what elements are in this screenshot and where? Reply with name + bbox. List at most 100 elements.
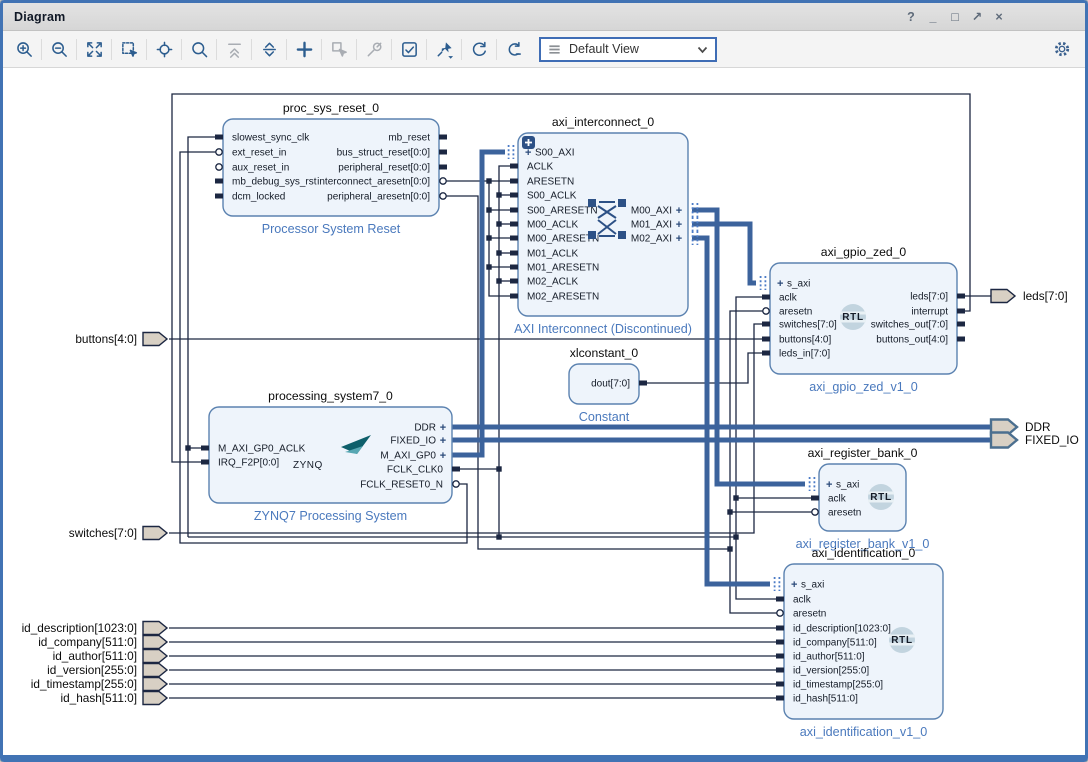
external-port-label: DDR [1025,420,1051,434]
label: s_axi [801,580,824,591]
block-title-proc_sys_reset_0: proc_sys_reset_0 [283,101,379,115]
search-button[interactable] [184,36,214,62]
label: id_hash[511:0] [793,694,858,705]
regenerate-layout-button[interactable] [499,36,529,62]
external-port-id_company[511:0][interactable]: id_company[511:0] [38,635,167,649]
diagram-window: Diagram ?_□↗× Default View proc_sys_rese… [0,0,1088,762]
label: peripheral_reset[0:0] [338,163,430,174]
external-port-leds[7:0][interactable]: leds[7:0] [991,289,1068,303]
label: s_axi [836,480,859,491]
diagram-canvas[interactable]: proc_sys_reset_0Processor System Resetsl… [3,68,1085,757]
close-button[interactable]: × [991,9,1007,25]
port-axi_identification_0-id_timestamp[255:0][interactable]: id_timestamp[255:0] [776,680,883,691]
label: S00_ACLK [527,191,577,202]
external-port-id_timestamp[255:0][interactable]: id_timestamp[255:0] [31,677,167,691]
zoom-in-button[interactable] [9,36,39,62]
interface-pin-marker [509,145,514,159]
wire-fclk_clk0[interactable] [736,297,763,537]
block-processing_system7_0[interactable]: processing_system7_0ZYNQ7 Processing Sys… [201,389,460,523]
port-axi_interconnect_0-ACLK[interactable]: ACLK [510,162,553,173]
expand-hierarchy-button[interactable] [254,36,284,62]
external-port-id_description[1023:0][interactable]: id_description[1023:0] [22,621,167,635]
diagram-toolbar: Default View [3,31,1085,68]
wire-junction [486,264,491,269]
port-axi_register_bank_0-s_axi[interactable]: +s_axi [826,479,859,491]
port-proc_sys_reset_0-peripheral_aresetn[0:0][interactable]: peripheral_aresetn[0:0] [327,192,446,203]
float-button[interactable]: ↗ [969,9,985,25]
label: aclk [779,293,798,304]
wire-junction [185,445,190,450]
external-port-label: switches[7:0] [69,526,137,540]
rtl-icon: RTL [840,304,866,330]
wire-junction [486,235,491,240]
block-proc_sys_reset_0[interactable]: proc_sys_reset_0Processor System Resetsl… [215,101,447,236]
validate-design-button[interactable] [394,36,424,62]
wire-peripheral_aresetn[interactable] [730,549,777,613]
block-axi_interconnect_0[interactable]: axi_interconnect_0AXI Interconnect (Disc… [510,115,692,336]
toolbar-separator [111,39,112,60]
label: id_timestamp[255:0] [793,680,883,691]
help-button[interactable]: ? [903,9,919,25]
wire-junction [496,192,501,197]
wire-xlconstant-dout-to-leds_in[interactable] [639,353,763,383]
wire-junction [496,221,501,226]
zoom-to-selection-button[interactable] [114,36,144,62]
label: M_AXI_GP0 [380,451,436,462]
add-ip-button[interactable] [289,36,319,62]
external-port-switches[7:0][interactable]: switches[7:0] [69,526,167,540]
port-axi_gpio_zed_0-aclk[interactable]: aclk [762,293,798,304]
block-axi_identification_0[interactable]: axi_identification_0axi_identification_v… [776,546,943,739]
external-port-FIXED_IO[interactable]: FIXED_IO [991,433,1079,448]
port-axi_identification_0-aclk[interactable]: aclk [776,595,812,606]
view-selector-dropdown[interactable]: Default View [539,37,717,62]
label: aclk [793,595,812,606]
external-port-id_version[255:0][interactable]: id_version[255:0] [47,663,167,677]
block-axi_gpio_zed_0[interactable]: axi_gpio_zed_0axi_gpio_zed_v1_0+s_axiacl… [762,245,965,394]
minimize-button[interactable]: _ [925,9,941,25]
zoom-fit-button[interactable] [79,36,109,62]
wire-junction [733,534,738,539]
block-subtitle-proc_sys_reset_0: Processor System Reset [262,222,401,236]
label: + [440,435,446,447]
port-processing_system7_0-DDR[interactable]: DDR+ [414,422,446,434]
fit-selection-button[interactable] [149,36,179,62]
label: M_AXI_GP0_ACLK [218,444,306,455]
port-axi_register_bank_0-aclk[interactable]: aclk [811,494,847,505]
external-port-buttons[4:0][interactable]: buttons[4:0] [75,332,167,346]
refresh-button[interactable] [464,36,494,62]
block-axi_register_bank_0[interactable]: axi_register_bank_0axi_register_bank_v1_… [796,446,930,551]
maximize-button[interactable]: □ [947,9,963,25]
label: interconnect_aresetn[0:0] [317,177,430,188]
interface-wire-M02_AXI-to-identification[interactable] [692,238,770,584]
label: id_version[255:0] [793,666,869,677]
label: ARESETN [527,177,574,188]
external-port-label: id_hash[511:0] [60,691,137,705]
zoom-out-button[interactable] [44,36,74,62]
external-port-id_author[511:0][interactable]: id_author[511:0] [53,649,167,663]
block-xlconstant_0[interactable]: xlconstant_0Constantdout[7:0] [569,346,647,424]
pin-button[interactable] [429,36,459,62]
label: bus_struct_reset[0:0] [337,148,431,159]
chevron-down-icon [696,43,709,56]
block-title-axi_interconnect_0: axi_interconnect_0 [552,115,655,129]
wire-fclk_clk0[interactable] [499,166,510,469]
block-subtitle-xlconstant_0: Constant [579,410,630,424]
block-title-axi_gpio_zed_0: axi_gpio_zed_0 [821,245,907,259]
external-port-id_hash[511:0][interactable]: id_hash[511:0] [60,691,167,705]
interface-pin-marker [761,276,766,290]
label: M01_AXI [631,220,672,231]
port-proc_sys_reset_0-interconnect_aresetn[0:0][interactable]: interconnect_aresetn[0:0] [317,177,446,188]
interface-wire-M01_AXI-to-gpio[interactable] [692,224,756,283]
block-title-axi_register_bank_0: axi_register_bank_0 [808,446,918,460]
label: aresetn [828,508,861,519]
port-axi_gpio_zed_0-s_axi[interactable]: +s_axi [777,278,810,290]
label: id_author[511:0] [793,652,865,663]
wire-junction [727,509,732,514]
block-subtitle-processing_system7_0: ZYNQ7 Processing System [254,509,407,523]
port-axi_identification_0-s_axi[interactable]: +s_axi [791,579,824,591]
diagram-settings-button[interactable] [1053,40,1071,58]
external-port-label: FIXED_IO [1025,433,1079,447]
port-axi_identification_0-id_description[1023:0][interactable]: id_description[1023:0] [776,624,891,635]
rtl-icon: RTL [868,484,894,510]
wire-fclk_clk0[interactable] [736,537,777,599]
